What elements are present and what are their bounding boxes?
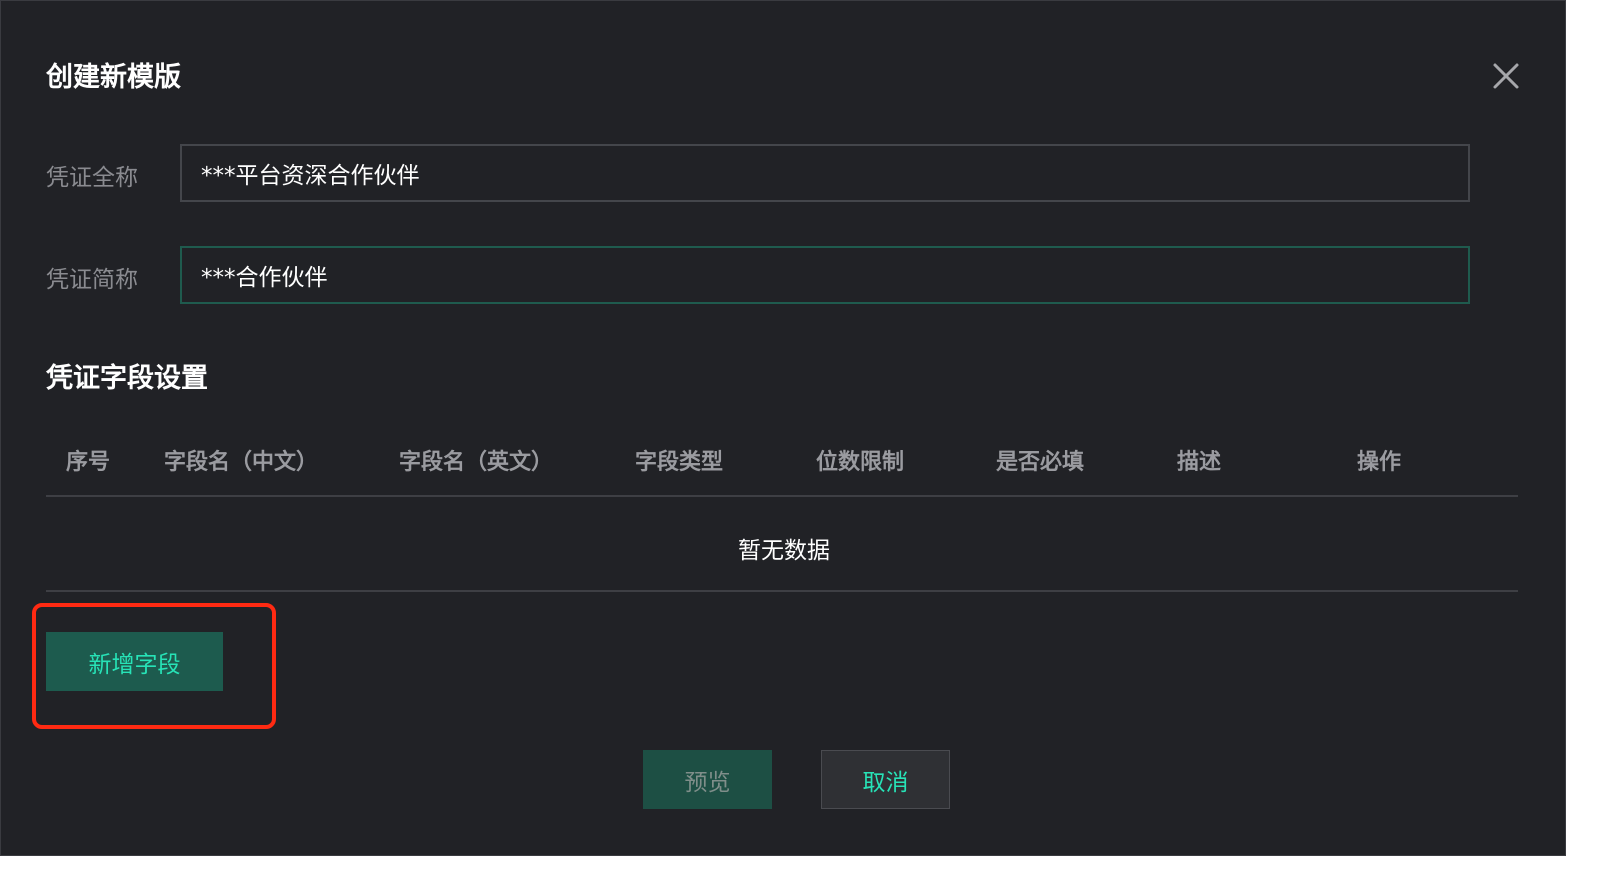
- column-header-description: 描述: [1177, 450, 1222, 475]
- fields-section-title: 凭证字段设置: [46, 363, 208, 394]
- short-name-input[interactable]: [180, 246, 1470, 304]
- column-header-length-limit: 位数限制: [816, 450, 905, 475]
- close-icon[interactable]: [1489, 59, 1523, 93]
- table-bottom-divider: [46, 590, 1518, 592]
- column-header-actions: 操作: [1357, 450, 1402, 475]
- column-header-required: 是否必填: [996, 450, 1085, 475]
- table-empty-text: 暂无数据: [738, 538, 830, 564]
- create-template-dialog: 创建新模版 凭证全称 凭证简称 凭证字段设置 序号 字段名（中文） 字段名（英文…: [0, 0, 1566, 856]
- cancel-button[interactable]: 取消: [821, 750, 950, 809]
- column-header-name-en: 字段名（英文）: [399, 450, 554, 475]
- add-field-button[interactable]: 新增字段: [46, 632, 223, 691]
- full-name-label: 凭证全称: [46, 165, 138, 191]
- preview-button[interactable]: 预览: [643, 750, 772, 809]
- column-header-field-type: 字段类型: [635, 450, 724, 475]
- table-header-divider: [46, 495, 1518, 497]
- short-name-label: 凭证简称: [46, 267, 138, 293]
- column-header-name-zh: 字段名（中文）: [164, 450, 319, 475]
- dialog-title: 创建新模版: [46, 62, 181, 93]
- full-name-input[interactable]: [180, 144, 1470, 202]
- column-header-index: 序号: [66, 450, 111, 475]
